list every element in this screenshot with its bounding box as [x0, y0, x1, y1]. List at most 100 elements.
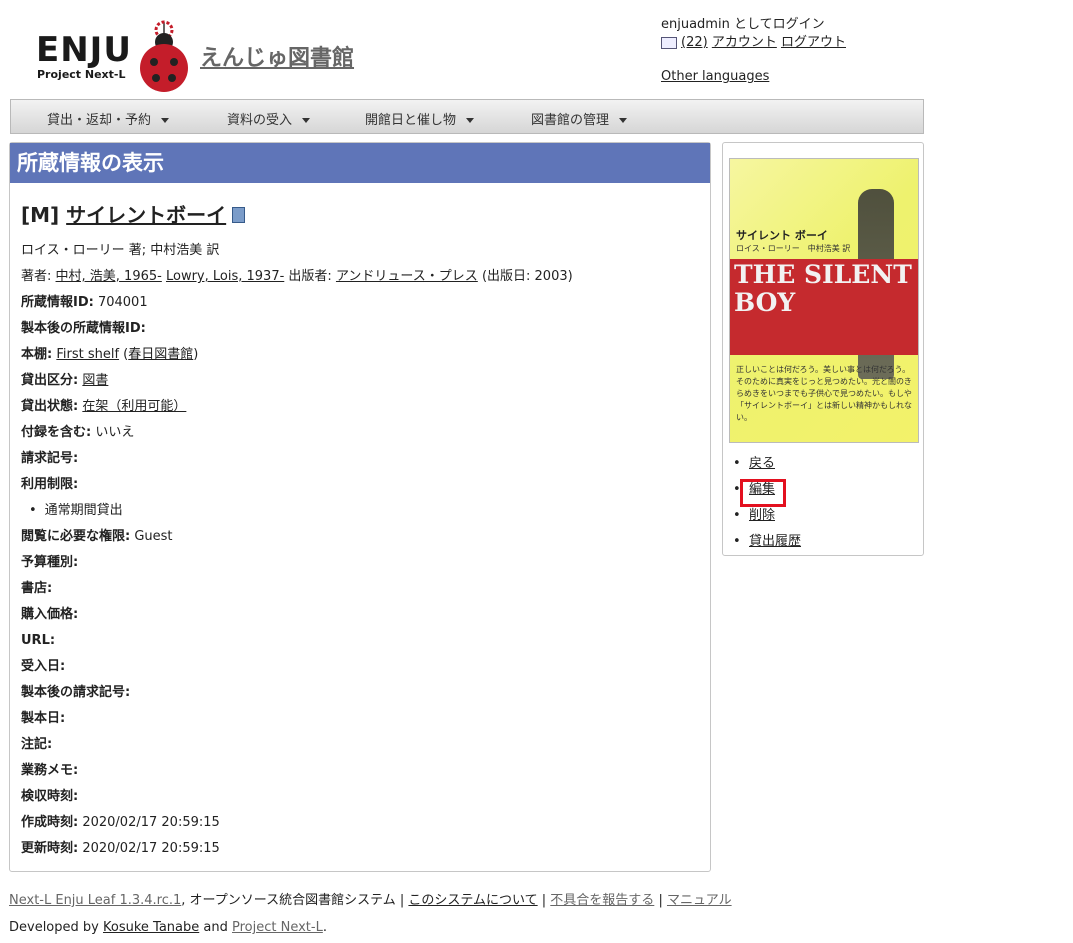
bookstore-label: 書店:	[21, 581, 53, 596]
cover-blurb: 正しいことは何だろう。美しい事とは何だろう。そのために真実をじっと見つめたい。光…	[736, 365, 912, 422]
price-row: 購入価格:	[21, 602, 701, 628]
note-label: 注記:	[21, 737, 53, 752]
nav-admin[interactable]: 図書館の管理	[531, 109, 628, 128]
acquired-at-row: 受入日:	[21, 654, 701, 680]
url-label: URL:	[21, 633, 56, 648]
creator-link[interactable]: 中村, 浩美, 1965-	[56, 269, 162, 284]
checkout-type-row: 貸出区分: 図書	[21, 368, 701, 394]
product-link[interactable]: Next-L Enju Leaf 1.3.4.rc.1	[9, 893, 181, 908]
note-row: 注記:	[21, 732, 701, 758]
binded-at-row: 製本日:	[21, 706, 701, 732]
shelf-link[interactable]: First shelf	[56, 347, 119, 362]
site-title-link[interactable]: えんじゅ図書館	[200, 40, 354, 72]
use-restriction-label: 利用制限:	[21, 477, 79, 492]
binding-item-id-row: 製本後の所蔵情報ID:	[21, 316, 701, 342]
nav-events[interactable]: 開館日と催し物	[365, 109, 475, 128]
nav-acquisition-label: 資料の受入	[227, 113, 293, 128]
cover-jp-title: サイレント ボーイ	[736, 229, 828, 242]
required-role-label: 閲覧に必要な権限:	[21, 529, 131, 544]
back-item: 戻る	[733, 451, 801, 477]
item-id-value: 704001	[97, 295, 148, 310]
manual-link[interactable]: マニュアル	[667, 893, 732, 908]
creator-link[interactable]: Lowry, Lois, 1937-	[166, 269, 284, 284]
price-label: 購入価格:	[21, 607, 79, 622]
binding-item-id-label: 製本後の所蔵情報ID:	[21, 321, 146, 336]
binding-call-number-label: 製本後の請求記号:	[21, 685, 131, 700]
item-type-prefix: [M]	[21, 203, 60, 227]
created-at-label: 作成時刻:	[21, 815, 79, 830]
updated-at-value: 2020/02/17 20:59:15	[82, 841, 220, 856]
book-icon	[232, 207, 246, 223]
logout-link[interactable]: ログアウト	[781, 35, 846, 50]
back-link[interactable]: 戻る	[749, 456, 775, 471]
checkout-type-label: 貸出区分:	[21, 373, 79, 388]
bookstore-row: 書店:	[21, 576, 701, 602]
user-box: enjuadmin としてログイン (22) アカウント ログアウト	[661, 16, 846, 52]
other-languages-link[interactable]: Other languages	[661, 69, 769, 84]
footer: Next-L Enju Leaf 1.3.4.rc.1, オープンソース統合図書…	[9, 887, 732, 941]
delete-link[interactable]: 削除	[749, 508, 775, 523]
checkout-type-link[interactable]: 図書	[82, 373, 108, 388]
developed-by-text: Developed by	[9, 920, 99, 935]
checkout-history-link[interactable]: 貸出履歴	[749, 534, 801, 549]
caret-down-icon	[619, 118, 628, 123]
missing-since-row: 検収時刻:	[21, 784, 701, 810]
responsibility: ロイス・ローリー 著; 中村浩美 訳	[21, 243, 220, 258]
binding-call-number-row: 製本後の請求記号:	[21, 680, 701, 706]
logo-text: ENJU	[36, 30, 132, 70]
delete-item: 削除	[733, 503, 801, 529]
created-at-value: 2020/02/17 20:59:15	[82, 815, 220, 830]
and-text: and	[203, 920, 228, 935]
developer-link[interactable]: Kosuke Tanabe	[103, 920, 199, 935]
logo-subtext: Project Next-L	[37, 68, 126, 81]
messages-link[interactable]: (22)	[681, 35, 708, 50]
cover-en-title: THE SILENT BOY	[734, 260, 912, 317]
report-bug-link[interactable]: 不具合を報告する	[550, 893, 654, 908]
book-cover-image: サイレント ボーイ ロイス・ローリー 中村浩美 訳 THE SILENT BOY…	[729, 158, 919, 443]
creators-row: 著者: 中村, 浩美, 1965- Lowry, Lois, 1937- 出版者…	[21, 264, 701, 290]
cover-jp-author: ロイス・ローリー 中村浩美 訳	[736, 244, 851, 253]
nav-events-label: 開館日と催し物	[365, 113, 457, 128]
separator: |	[658, 893, 667, 908]
binded-at-label: 製本日:	[21, 711, 66, 726]
caret-down-icon	[466, 118, 475, 123]
publisher-link[interactable]: アンドリュース・プレス	[336, 269, 478, 284]
memo-label: 業務メモ:	[21, 763, 79, 778]
page-title: 所蔵情報の表示	[10, 143, 710, 183]
supplements-label: 付録を含む:	[21, 425, 92, 440]
mail-icon[interactable]	[661, 36, 677, 49]
library-link[interactable]: 春日図書館	[128, 347, 193, 362]
supplements-row: 付録を含む: いいえ	[21, 420, 701, 446]
org-link[interactable]: Project Next-L	[232, 920, 323, 935]
budget-type-label: 予算種別:	[21, 555, 79, 570]
use-restriction-item: 通常期間貸出	[21, 498, 701, 524]
missing-since-label: 検収時刻:	[21, 789, 79, 804]
side-panel: サイレント ボーイ ロイス・ローリー 中村浩美 訳 THE SILENT BOY…	[722, 142, 924, 556]
item-title-link[interactable]: サイレントボーイ	[66, 203, 226, 227]
nav-acquisition[interactable]: 資料の受入	[227, 109, 311, 128]
updated-at-row: 更新時刻: 2020/02/17 20:59:15	[21, 836, 701, 862]
main-navbar: 貸出・返却・予約 資料の受入 開館日と催し物 図書館の管理	[10, 99, 924, 134]
publisher-label: 出版者:	[288, 269, 332, 284]
ladybug-icon	[140, 20, 188, 92]
product-desc: , オープンソース統合図書館システム	[181, 893, 396, 908]
caret-down-icon	[161, 118, 170, 123]
required-role-row: 閲覧に必要な権限: Guest	[21, 524, 701, 550]
created-at-row: 作成時刻: 2020/02/17 20:59:15	[21, 810, 701, 836]
account-link[interactable]: アカウント	[712, 35, 777, 50]
item-fields: ロイス・ローリー 著; 中村浩美 訳 著者: 中村, 浩美, 1965- Low…	[21, 238, 701, 862]
circulation-status-row: 貸出状態: 在架（利用可能）	[21, 394, 701, 420]
use-restriction-row: 利用制限:	[21, 472, 701, 498]
pub-date: (出版日: 2003)	[481, 269, 573, 284]
memo-row: 業務メモ:	[21, 758, 701, 784]
item-title: [M] サイレントボーイ	[21, 199, 246, 228]
header: ENJU Project Next-L えんじゅ図書館 enjuadmin とし…	[0, 0, 1073, 98]
updated-at-label: 更新時刻:	[21, 841, 79, 856]
nav-circulation[interactable]: 貸出・返却・予約	[47, 109, 170, 128]
acquired-at-label: 受入日:	[21, 659, 66, 674]
item-id-row: 所蔵情報ID: 704001	[21, 290, 701, 316]
about-link[interactable]: このシステムについて	[408, 893, 537, 908]
nav-admin-label: 図書館の管理	[531, 113, 610, 128]
circulation-status-link[interactable]: 在架（利用可能）	[82, 399, 186, 414]
enju-logo[interactable]: ENJU Project Next-L	[34, 20, 194, 94]
